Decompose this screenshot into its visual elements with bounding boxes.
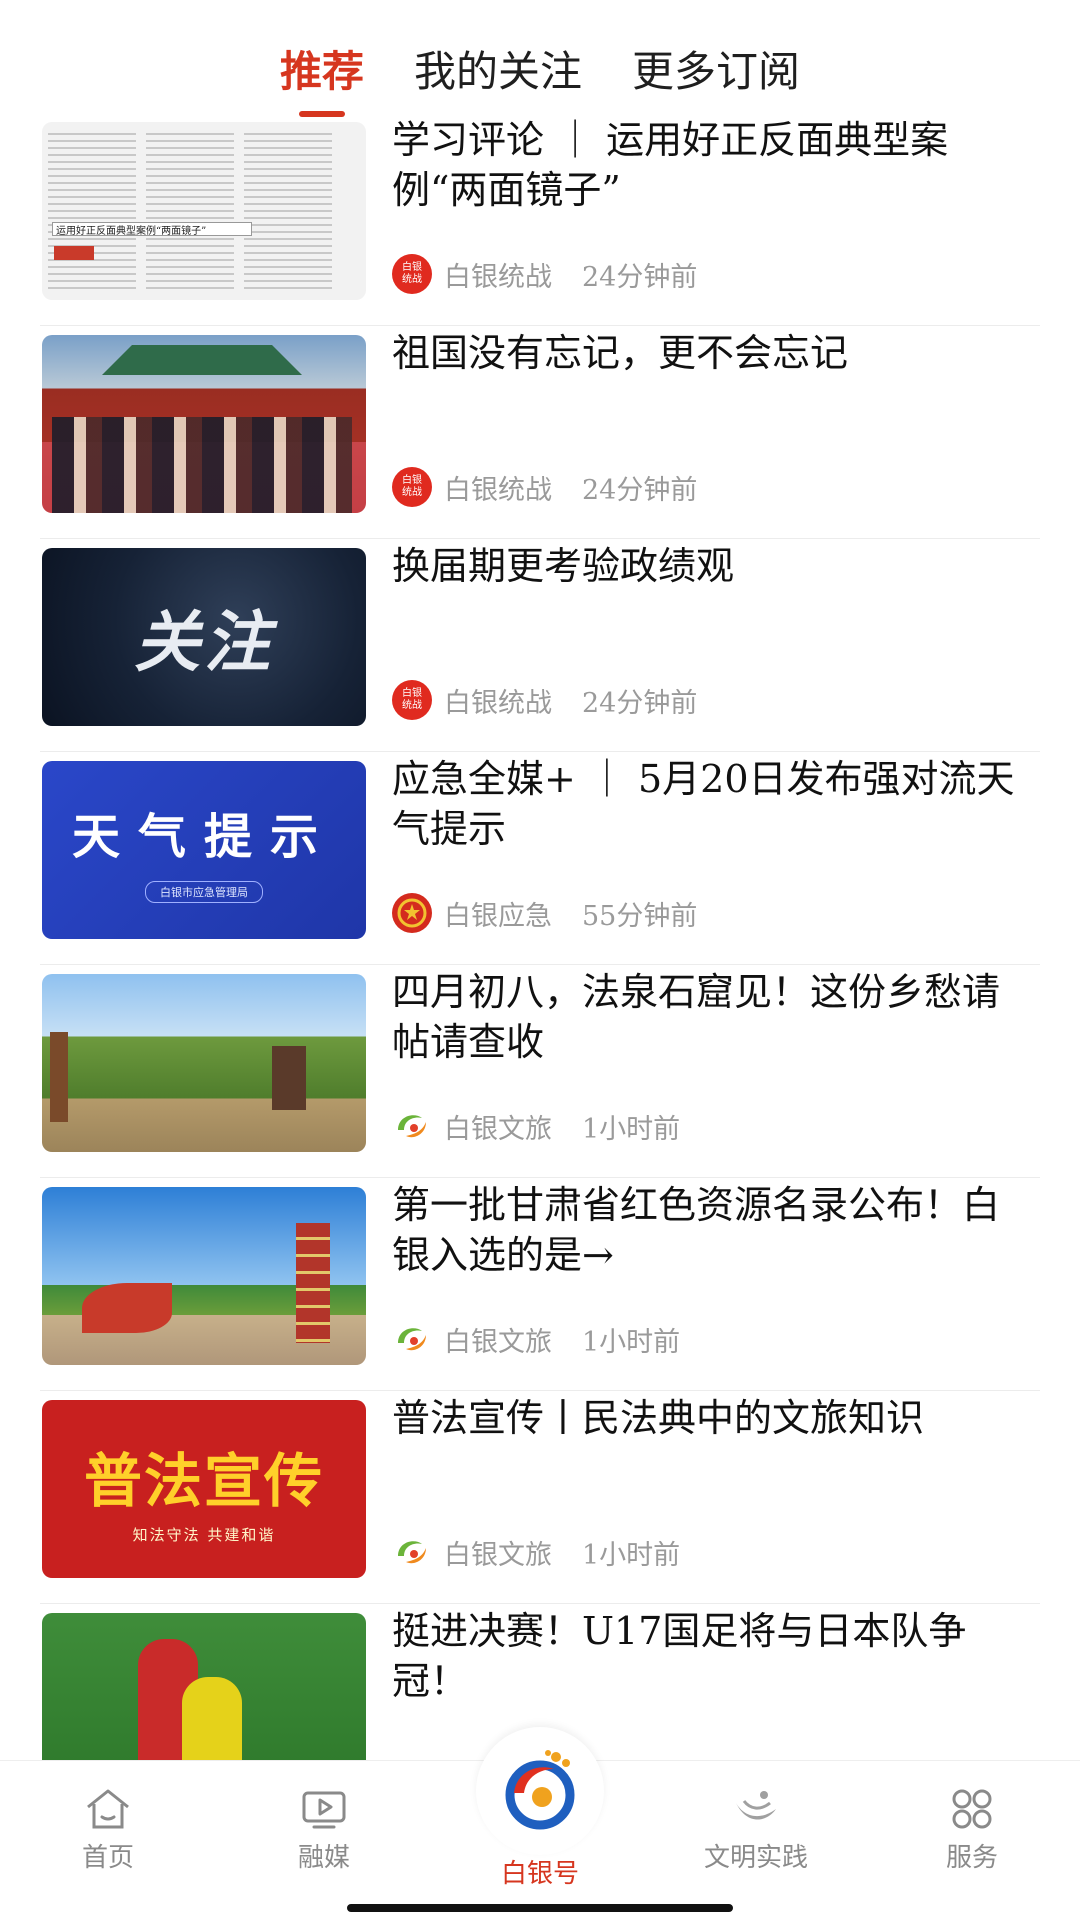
tab-more-subscriptions[interactable]: 更多订阅 [632,38,800,107]
home-indicator[interactable] [347,1904,733,1912]
nav-media-label: 融媒 [297,1843,350,1873]
tv-icon [254,1787,394,1831]
news-time: 55分钟前 [582,900,698,932]
news-time: 1小时前 [582,1326,681,1358]
thumbnail-subtext: 白银市应急管理局 [145,881,263,903]
home-icon [38,1787,178,1831]
news-meta: 白银 统战 白银统战 24分钟前 [392,680,697,720]
news-title[interactable]: 应急全媒+ ｜ 5月20日发布强对流天气提示 [392,754,1032,854]
tab-recommend[interactable]: 推荐 [280,38,364,107]
civilization-icon [686,1787,826,1831]
nav-baiyinhao[interactable]: 白银号 [470,1853,610,1890]
news-source[interactable]: 白银统战 [444,681,552,720]
news-title[interactable]: 换届期更考验政绩观 [392,541,1032,591]
news-title[interactable]: 普法宣传丨民法典中的文旅知识 [392,1393,1032,1443]
news-item[interactable]: 第一批甘肃省红色资源名录公布！白银入选的是→ 白银文旅 1小时前 [40,1178,1040,1391]
news-meta: 白银文旅 1小时前 [392,1532,680,1572]
wenlv-logo-icon [392,1319,432,1359]
tab-my-follows[interactable]: 我的关注 [414,38,582,107]
news-meta: 白银 统战 白银统战 24分钟前 [392,254,697,294]
news-title[interactable]: 第一批甘肃省红色资源名录公布！白银入选的是→ [392,1180,1032,1280]
baiyin-logo-icon[interactable] [476,1727,604,1855]
thumbnail-text: 天气提示 [71,809,336,865]
news-thumbnail: 普法宣传 知法守法 共建和谐 [42,1400,366,1578]
news-item[interactable]: 关注 换届期更考验政绩观 白银 统战 白银统战 24分钟前 [40,539,1040,752]
nav-service[interactable]: 服务 [902,1787,1042,1874]
news-thumbnail [42,974,366,1152]
nav-civilization-practice[interactable]: 文明实践 [686,1787,826,1874]
news-time: 24分钟前 [582,261,698,293]
news-meta: 白银应急 55分钟前 [392,893,697,933]
top-tab-bar: 推荐 我的关注 更多订阅 [0,30,1080,115]
news-item[interactable]: 运用好正反面典型案例“两面镜子” 学习评论 ｜ 运用好正反面典型案例“两面镜子”… [40,113,1040,326]
news-thumbnail [42,335,366,513]
news-feed: 运用好正反面典型案例“两面镜子” 学习评论 ｜ 运用好正反面典型案例“两面镜子”… [40,113,1040,1817]
nav-home[interactable]: 首页 [38,1787,178,1874]
nav-baiyinhao-label: 白银号 [500,1859,579,1889]
news-item[interactable]: 祖国没有忘记，更不会忘记 白银 统战 白银统战 24分钟前 [40,326,1040,539]
news-title[interactable]: 学习评论 ｜ 运用好正反面典型案例“两面镜子” [392,115,1032,215]
news-item[interactable]: 四月初八，法泉石窟见！这份乡愁请帖请查收 白银文旅 1小时前 [40,965,1040,1178]
news-meta: 白银文旅 1小时前 [392,1319,680,1359]
news-title[interactable]: 四月初八，法泉石窟见！这份乡愁请帖请查收 [392,967,1032,1067]
nav-service-label: 服务 [945,1843,998,1873]
thumbnail-subtext: 知法守法 共建和谐 [132,1525,276,1544]
nav-home-label: 首页 [81,1843,134,1873]
emblem-icon [392,893,432,933]
news-source[interactable]: 白银文旅 [444,1320,552,1359]
tongzhan-logo-icon: 白银 统战 [392,467,432,507]
bottom-nav: 首页 融媒 白银号 文明实践 服务 [0,1727,1080,1920]
news-title[interactable]: 挺进决赛！U17国足将与日本队争冠！ [392,1606,1032,1706]
news-time: 24分钟前 [582,687,698,719]
news-thumbnail [42,1187,366,1365]
news-title[interactable]: 祖国没有忘记，更不会忘记 [392,328,1032,378]
grid-icon [902,1787,1042,1831]
news-thumbnail: 关注 [42,548,366,726]
tongzhan-logo-icon: 白银 统战 [392,680,432,720]
news-thumbnail: 运用好正反面典型案例“两面镜子” [42,122,366,300]
tongzhan-logo-icon: 白银 统战 [392,254,432,294]
news-time: 24分钟前 [582,474,698,506]
thumbnail-text: 关注 [134,604,274,681]
news-time: 1小时前 [582,1539,681,1571]
news-item[interactable]: 天气提示 白银市应急管理局 应急全媒+ ｜ 5月20日发布强对流天气提示 白银应… [40,752,1040,965]
news-meta: 白银 统战 白银统战 24分钟前 [392,467,697,507]
news-time: 1小时前 [582,1113,681,1145]
news-source[interactable]: 白银统战 [444,255,552,294]
news-thumbnail: 天气提示 白银市应急管理局 [42,761,366,939]
news-source[interactable]: 白银统战 [444,468,552,507]
thumbnail-caption: 运用好正反面典型案例“两面镜子” [56,226,207,237]
wenlv-logo-icon [392,1106,432,1146]
wenlv-logo-icon [392,1532,432,1572]
news-meta: 白银文旅 1小时前 [392,1106,680,1146]
nav-civilization-label: 文明实践 [703,1843,808,1873]
news-source[interactable]: 白银文旅 [444,1107,552,1146]
thumbnail-text: 普法宣传 [83,1446,324,1515]
news-source[interactable]: 白银应急 [444,894,552,933]
news-thumbnail [42,1613,366,1773]
nav-media[interactable]: 融媒 [254,1787,394,1874]
news-item[interactable]: 普法宣传 知法守法 共建和谐 普法宣传丨民法典中的文旅知识 白银文旅 1小时前 [40,1391,1040,1604]
news-source[interactable]: 白银文旅 [444,1533,552,1572]
